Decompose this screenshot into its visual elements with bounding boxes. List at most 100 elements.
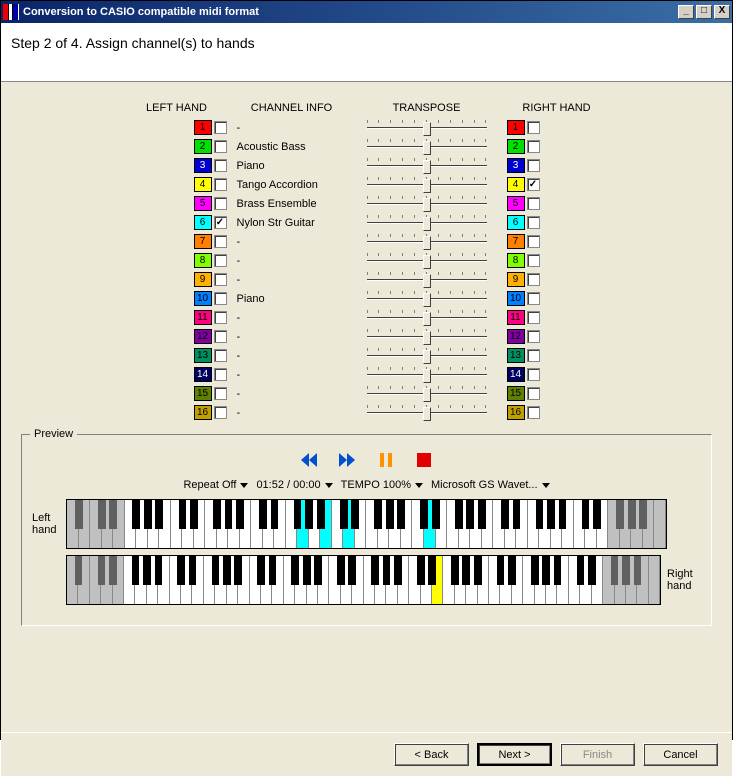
- channel-number-left: 6: [194, 215, 212, 230]
- piano-black-key: [455, 500, 463, 529]
- right-hand-checkbox[interactable]: [527, 254, 540, 267]
- right-hand-checkbox[interactable]: [527, 235, 540, 248]
- left-hand-checkbox[interactable]: [214, 159, 227, 172]
- left-hand-checkbox[interactable]: [214, 387, 227, 400]
- piano-black-key: [428, 556, 436, 585]
- piano-black-key: [340, 500, 348, 529]
- right-hand-checkbox[interactable]: [527, 140, 540, 153]
- right-hand-checkbox[interactable]: [527, 292, 540, 305]
- transpose-slider[interactable]: [367, 120, 487, 136]
- piano-black-key: [225, 500, 233, 529]
- piano-black-key: [531, 556, 539, 585]
- right-hand-checkbox[interactable]: [527, 387, 540, 400]
- left-hand-checkbox[interactable]: [214, 273, 227, 286]
- left-hand-keyboard-row: Left hand: [32, 499, 701, 549]
- transpose-slider[interactable]: [367, 386, 487, 402]
- transpose-slider[interactable]: [367, 215, 487, 231]
- transpose-slider[interactable]: [367, 158, 487, 174]
- left-hand-checkbox[interactable]: [214, 178, 227, 191]
- left-hand-checkbox[interactable]: [214, 197, 227, 210]
- piano-black-key: [212, 556, 220, 585]
- piano-black-key: [554, 556, 562, 585]
- piano-black-key: [588, 556, 596, 585]
- left-hand-checkbox[interactable]: [214, 368, 227, 381]
- right-hand-checkbox[interactable]: [527, 159, 540, 172]
- piano-black-key: [189, 556, 197, 585]
- right-hand-checkbox[interactable]: [527, 216, 540, 229]
- right-hand-checkbox[interactable]: [527, 311, 540, 324]
- piano-black-key: [109, 556, 117, 585]
- transpose-slider[interactable]: [367, 367, 487, 383]
- channel-number-left: 16: [194, 405, 212, 420]
- right-hand-checkbox[interactable]: [527, 197, 540, 210]
- transpose-slider[interactable]: [367, 291, 487, 307]
- time-dropdown[interactable]: 01:52 / 00:00: [256, 479, 332, 491]
- piano-black-key: [374, 500, 382, 529]
- minimize-button[interactable]: _: [678, 5, 694, 19]
- channel-row: 15 - 15: [127, 384, 607, 403]
- device-dropdown[interactable]: Microsoft GS Wavet...: [431, 479, 550, 491]
- left-hand-checkbox[interactable]: [214, 311, 227, 324]
- right-hand-checkbox[interactable]: [527, 368, 540, 381]
- channel-row: 6 Nylon Str Guitar 6: [127, 213, 607, 232]
- channel-info: Piano: [227, 160, 347, 172]
- piano-black-key: [451, 556, 459, 585]
- tempo-dropdown[interactable]: TEMPO 100%: [341, 479, 423, 491]
- transpose-slider[interactable]: [367, 253, 487, 269]
- left-hand-checkbox[interactable]: [214, 406, 227, 419]
- piano-black-key: [432, 500, 440, 529]
- left-hand-checkbox[interactable]: [214, 235, 227, 248]
- transpose-slider[interactable]: [367, 348, 487, 364]
- channel-row: 8 - 8: [127, 251, 607, 270]
- transpose-slider[interactable]: [367, 177, 487, 193]
- forward-button[interactable]: [337, 451, 359, 469]
- channel-info: -: [227, 331, 347, 343]
- channel-number-left: 10: [194, 291, 212, 306]
- stop-button[interactable]: [413, 451, 435, 469]
- transpose-slider[interactable]: [367, 139, 487, 155]
- right-hand-checkbox[interactable]: [527, 178, 540, 191]
- rewind-button[interactable]: [299, 451, 321, 469]
- channel-info: -: [227, 407, 347, 419]
- piano-black-key: [317, 500, 325, 529]
- channel-number-left: 8: [194, 253, 212, 268]
- piano-black-key: [348, 556, 356, 585]
- transpose-slider[interactable]: [367, 196, 487, 212]
- finish-button[interactable]: Finish: [560, 743, 635, 766]
- header-right-hand: RIGHT HAND: [507, 102, 607, 114]
- right-hand-checkbox[interactable]: [527, 273, 540, 286]
- transpose-slider[interactable]: [367, 310, 487, 326]
- left-hand-checkbox[interactable]: [214, 216, 227, 229]
- piano-black-key: [420, 500, 428, 529]
- channel-row: 4 Tango Accordion 4: [127, 175, 607, 194]
- piano-black-key: [611, 556, 619, 585]
- channel-info: Nylon Str Guitar: [227, 217, 347, 229]
- piano-black-key: [98, 556, 106, 585]
- piano-black-key: [628, 500, 636, 529]
- transpose-slider[interactable]: [367, 272, 487, 288]
- piano-black-key: [559, 500, 567, 529]
- pause-button[interactable]: [375, 451, 397, 469]
- right-hand-checkbox[interactable]: [527, 349, 540, 362]
- transpose-slider[interactable]: [367, 234, 487, 250]
- channel-row: 13 - 13: [127, 346, 607, 365]
- maximize-button[interactable]: □: [696, 5, 712, 19]
- back-button[interactable]: < Back: [394, 743, 469, 766]
- next-button[interactable]: Next >: [477, 743, 552, 766]
- left-hand-checkbox[interactable]: [214, 140, 227, 153]
- right-hand-checkbox[interactable]: [527, 406, 540, 419]
- left-hand-checkbox[interactable]: [214, 254, 227, 267]
- right-hand-checkbox[interactable]: [527, 121, 540, 134]
- repeat-dropdown[interactable]: Repeat Off: [183, 479, 248, 491]
- channel-number-right: 1: [507, 120, 525, 135]
- left-hand-checkbox[interactable]: [214, 349, 227, 362]
- preview-panel: Preview Repeat Off 01:52 / 00:00 TEMPO 1…: [21, 434, 712, 626]
- transpose-slider[interactable]: [367, 405, 487, 421]
- transpose-slider[interactable]: [367, 329, 487, 345]
- left-hand-checkbox[interactable]: [214, 121, 227, 134]
- close-button[interactable]: X: [714, 5, 730, 19]
- left-hand-checkbox[interactable]: [214, 292, 227, 305]
- cancel-button[interactable]: Cancel: [643, 743, 718, 766]
- right-hand-checkbox[interactable]: [527, 330, 540, 343]
- left-hand-checkbox[interactable]: [214, 330, 227, 343]
